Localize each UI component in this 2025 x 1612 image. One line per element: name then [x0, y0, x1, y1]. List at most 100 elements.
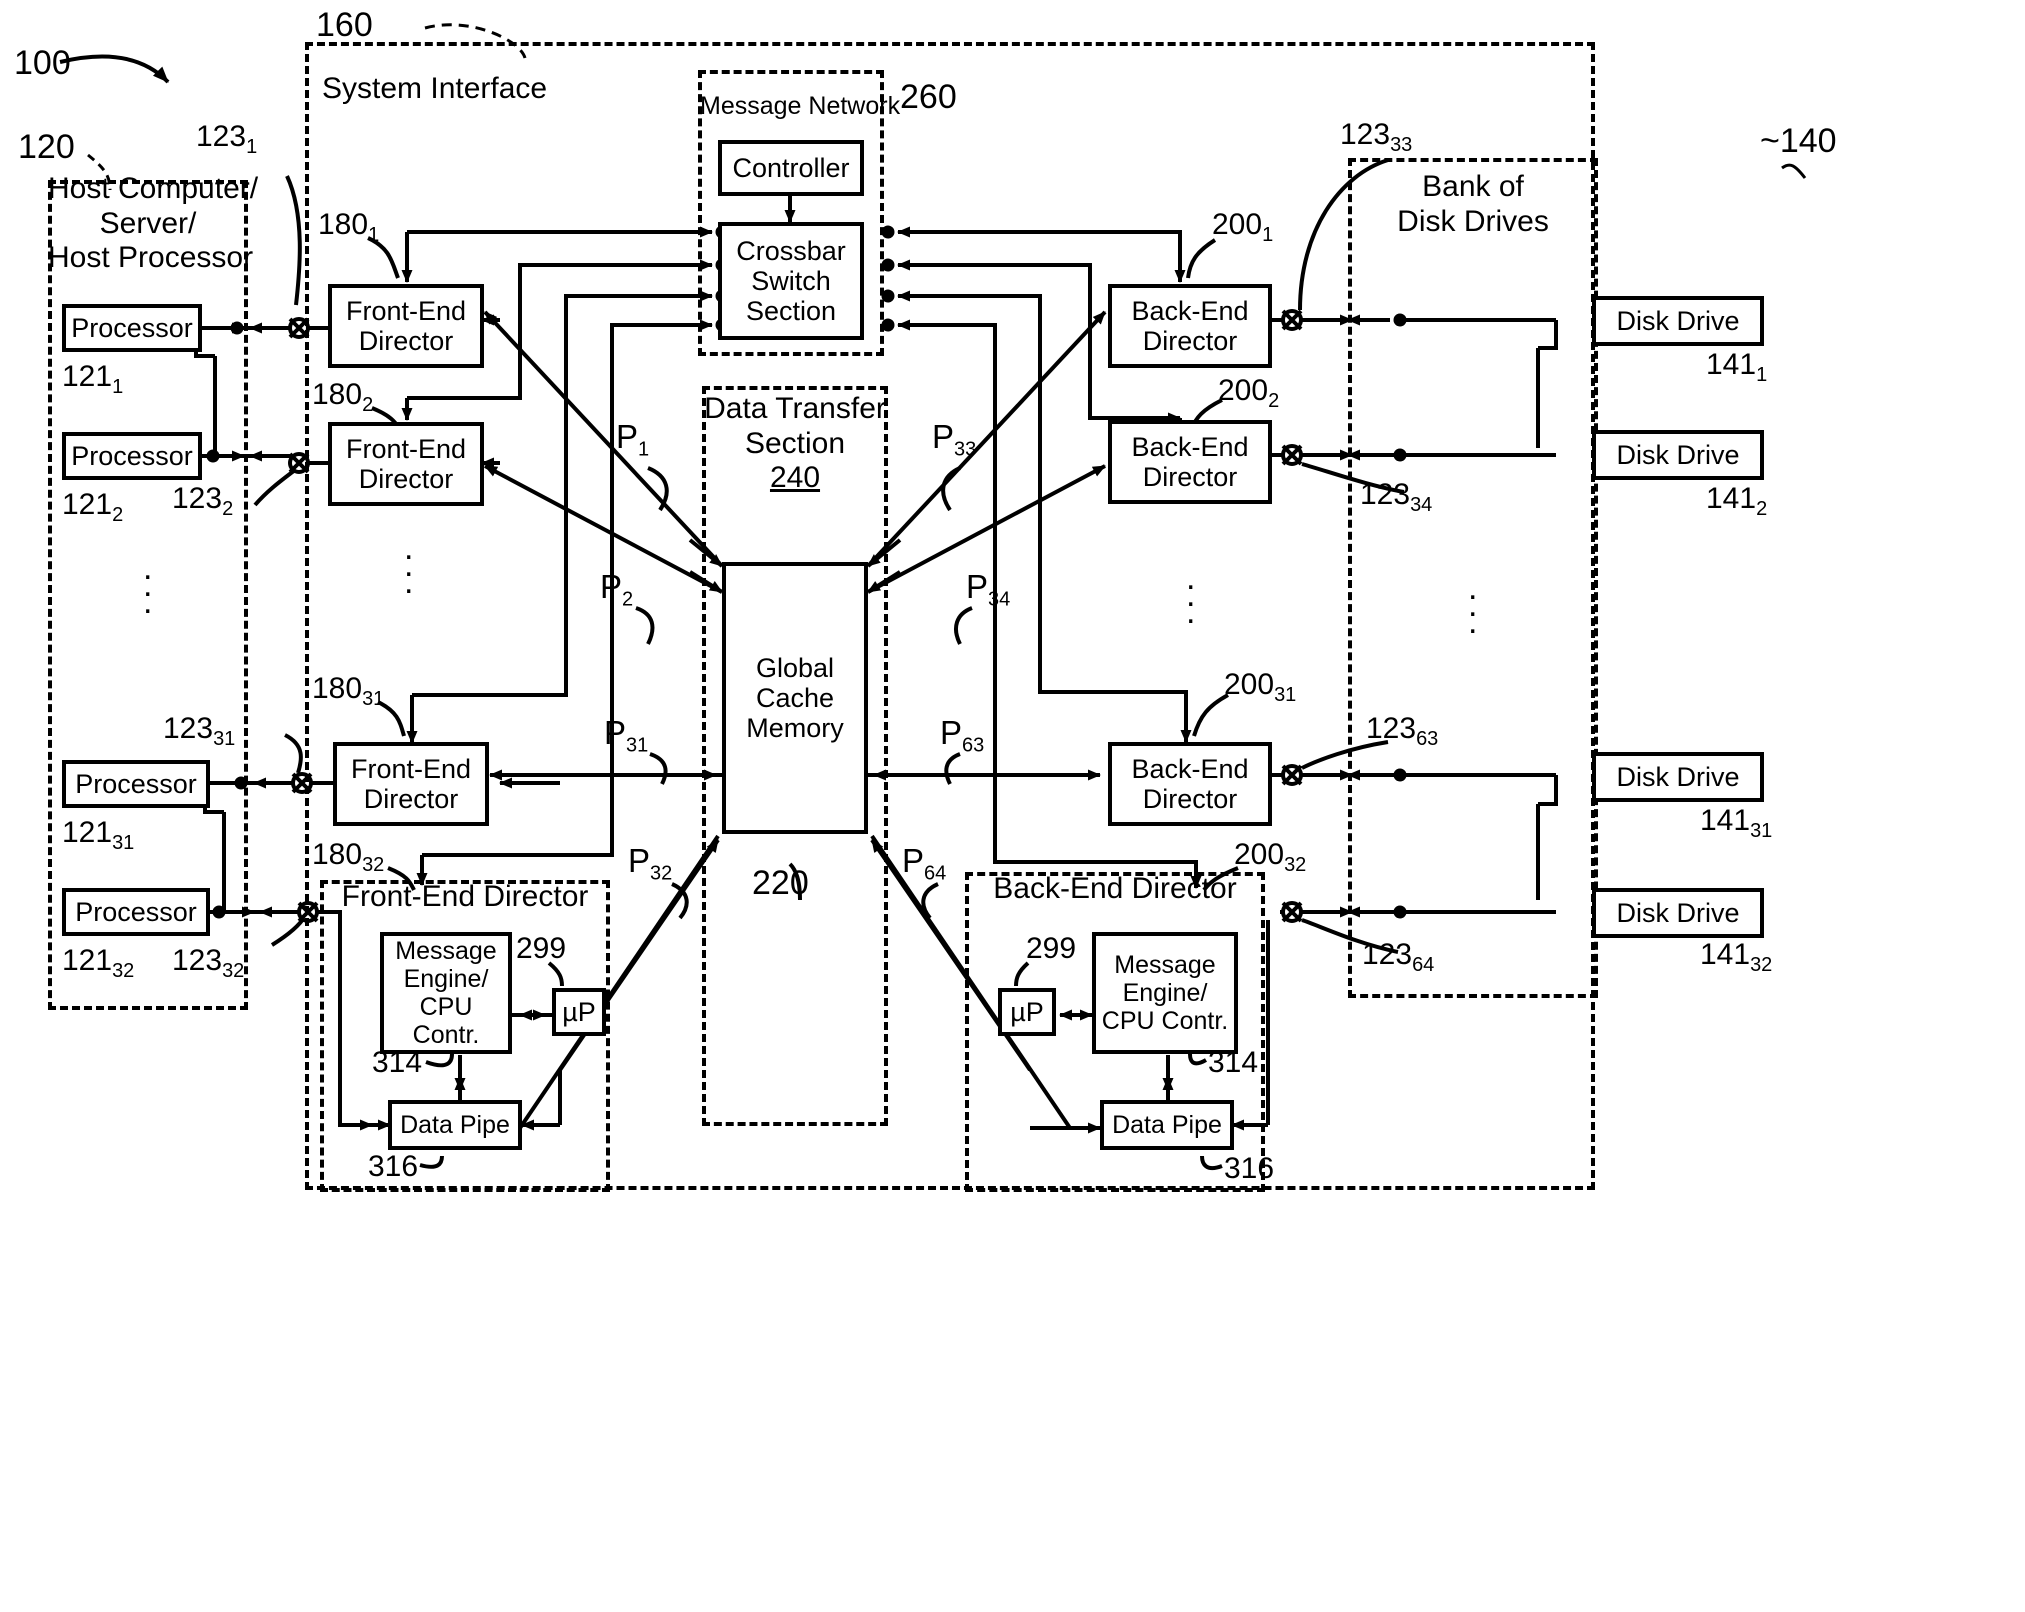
ref-100: 100	[14, 44, 71, 82]
data-transfer-line-2: Section	[744, 426, 846, 460]
fe-me-line-3: CPU Contr.	[412, 993, 480, 1049]
ellipsis-back-end: ...	[1186, 559, 1196, 631]
data-transfer-line-1: Data Transfer	[704, 392, 886, 425]
ref-180-32: 18032	[312, 838, 385, 876]
message-network-title: Message Network	[700, 92, 901, 120]
ref-316-front: 316	[368, 1150, 419, 1183]
processor-31[interactable]: Processor	[62, 760, 210, 808]
ref-314-front: 314	[372, 1046, 423, 1079]
disk-drive-1[interactable]: Disk Drive	[1592, 296, 1764, 346]
ref-260: 260	[900, 78, 957, 116]
fe1-line-1: Front-End	[345, 295, 467, 326]
crossbar-line-3: Section	[745, 296, 837, 327]
ref-141-32: 14132	[1700, 938, 1773, 976]
disk-drive-32[interactable]: Disk Drive	[1592, 888, 1764, 938]
port-label-p31: P31	[604, 714, 649, 757]
be2-line-1: Back-End	[1131, 431, 1249, 462]
be31-line-1: Back-End	[1131, 753, 1249, 784]
processor-32[interactable]: Processor	[62, 888, 210, 936]
be-message-engine-cpu-controller[interactable]: Message Engine/ CPU Contr.	[1092, 932, 1238, 1054]
ref-140-num: 140	[1779, 122, 1837, 160]
cache-line-1: Global	[755, 652, 835, 683]
ref-123-34: 12334	[1360, 478, 1433, 516]
global-cache-memory[interactable]: Global Cache Memory	[722, 562, 868, 834]
port-label-p1: P1	[616, 418, 650, 461]
ref-121-31: 12131	[62, 816, 135, 854]
ref-200-31: 20031	[1224, 668, 1297, 706]
fe2-line-1: Front-End	[345, 433, 467, 464]
processor-2[interactable]: Processor	[62, 432, 202, 480]
ref-220: 220	[752, 864, 809, 902]
ref-180-31: 18031	[312, 672, 385, 710]
fe-detail-title: Front-End Director	[341, 880, 589, 913]
fe-data-pipe[interactable]: Data Pipe	[388, 1100, 522, 1150]
port-label-p64: P64	[902, 842, 947, 885]
fe-microprocessor[interactable]: µP	[552, 988, 606, 1036]
be-me-line-2: Engine/	[1122, 979, 1208, 1007]
be2-line-2: Director	[1142, 462, 1238, 492]
ref-121-2: 1212	[62, 488, 124, 526]
be-data-pipe[interactable]: Data Pipe	[1100, 1100, 1234, 1150]
be-me-line-1: Message	[1114, 951, 1216, 979]
ref-141-31: 14131	[1700, 804, 1773, 842]
port-label-p32: P32	[628, 842, 673, 885]
ellipsis-front-end: ...	[404, 529, 414, 601]
ref-200-32: 20032	[1234, 838, 1307, 876]
crossbar-switch-section[interactable]: Crossbar Switch Section	[718, 222, 864, 340]
ref-123-31: 12331	[163, 712, 236, 750]
ref-200-2: 2002	[1218, 374, 1280, 412]
host-title-line-3: Host Processor	[48, 241, 254, 274]
fe31-line-2: Director	[363, 784, 459, 814]
disk-bank-title: Bank of Disk Drives	[1348, 170, 1598, 239]
front-end-director-2[interactable]: Front-End Director	[328, 422, 484, 506]
port-label-p33: P33	[932, 418, 977, 461]
ref-120: 120	[18, 128, 75, 166]
cache-line-2: Cache	[755, 682, 835, 713]
ref-314-back: 314	[1208, 1046, 1259, 1079]
ref-180-2: 1802	[312, 378, 374, 416]
fe-me-line-2: Engine/	[403, 965, 489, 993]
ref-299-back: 299	[1026, 932, 1077, 965]
ref-140: ~140	[1760, 122, 1837, 160]
port-label-p34: P34	[966, 568, 1011, 611]
ellipsis-disk-bank: ...	[1468, 569, 1478, 641]
crossbar-line-1: Crossbar	[736, 235, 846, 266]
fe-message-engine-cpu-controller[interactable]: Message Engine/ CPU Contr.	[380, 932, 512, 1054]
processor-1[interactable]: Processor	[62, 304, 202, 352]
be-me-line-3: CPU Contr.	[1101, 1007, 1229, 1035]
disk-bank-line-2: Disk Drives	[1397, 204, 1549, 238]
data-transfer-ref: 240	[769, 461, 821, 494]
ref-123-1: 1231	[196, 120, 258, 158]
fe31-line-1: Front-End	[350, 753, 472, 784]
port-label-p63: P63	[940, 714, 985, 757]
ref-160: 160	[316, 6, 373, 44]
ref-141-2: 1412	[1706, 482, 1768, 520]
front-end-director-1[interactable]: Front-End Director	[328, 284, 484, 368]
host-title-line-2: Server/	[99, 206, 197, 240]
ref-123-32: 12332	[172, 944, 245, 982]
host-title-line-1: Host Computer/	[48, 172, 259, 205]
host-title: Host Computer/ Server/ Host Processor	[48, 172, 259, 276]
be-microprocessor[interactable]: µP	[998, 988, 1056, 1036]
ref-123-64: 12364	[1362, 938, 1435, 976]
ref-123-2: 1232	[172, 482, 234, 520]
ref-200-1: 2001	[1212, 208, 1274, 246]
data-transfer-title: Data Transfer Section 240	[702, 392, 888, 496]
ref-123-33: 12333	[1340, 118, 1413, 156]
ref-121-32: 12132	[62, 944, 135, 982]
back-end-director-31[interactable]: Back-End Director	[1108, 742, 1272, 826]
controller[interactable]: Controller	[718, 140, 864, 196]
ellipsis-host: ...	[143, 549, 153, 621]
disk-drive-2[interactable]: Disk Drive	[1592, 430, 1764, 480]
ref-299-front: 299	[516, 932, 567, 965]
back-end-director-2[interactable]: Back-End Director	[1108, 420, 1272, 504]
front-end-director-31[interactable]: Front-End Director	[333, 742, 489, 826]
ref-180-1: 1801	[318, 208, 380, 246]
be1-line-1: Back-End	[1131, 295, 1249, 326]
fe2-line-2: Director	[358, 464, 454, 494]
back-end-director-1[interactable]: Back-End Director	[1108, 284, 1272, 368]
disk-bank-line-1: Bank of	[1422, 170, 1524, 203]
be31-line-2: Director	[1142, 784, 1238, 814]
ref-121-1: 1211	[62, 360, 124, 398]
disk-drive-31[interactable]: Disk Drive	[1592, 752, 1764, 802]
